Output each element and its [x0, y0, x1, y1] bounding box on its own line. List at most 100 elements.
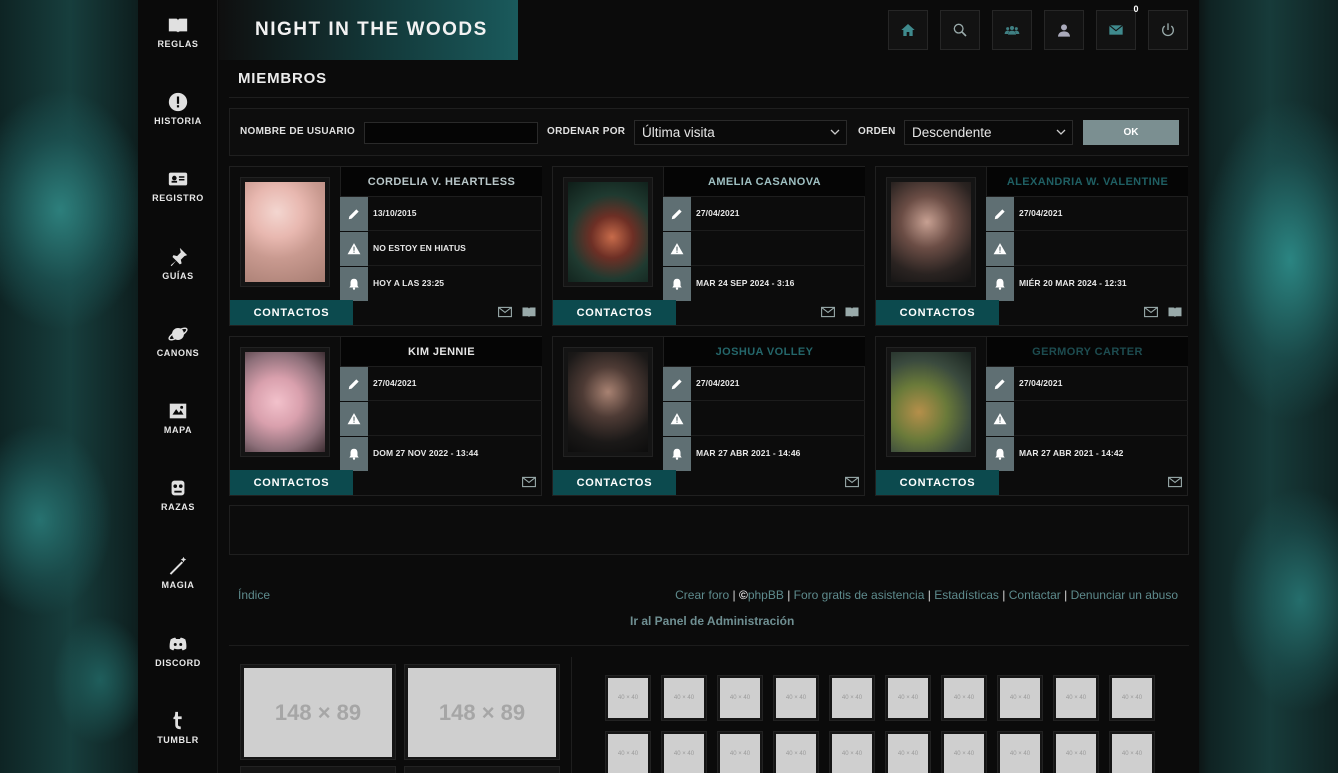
footer-link-contact[interactable]: Contactar	[1009, 588, 1061, 602]
member-name[interactable]: AMELIA CASANOVA	[663, 167, 865, 197]
contacts-button[interactable]: CONTACTOS	[553, 470, 676, 495]
member-name[interactable]: CORDELIA V. HEARTLESS	[340, 167, 542, 197]
logout-button[interactable]	[1148, 10, 1188, 50]
placeholder-label: 40 × 40	[1056, 734, 1096, 773]
mail-icon[interactable]	[845, 476, 859, 488]
footer-link-stats[interactable]: Estadísticas	[934, 588, 999, 602]
affiliate-button[interactable]: 40 × 40	[997, 675, 1043, 721]
placeholder-label: 40 × 40	[664, 678, 704, 718]
contacts-button[interactable]: CONTACTOS	[553, 300, 676, 325]
member-name[interactable]: ALEXANDRIA W. VALENTINE	[986, 167, 1188, 197]
sidebar-item-canons[interactable]: CANONS	[138, 323, 218, 358]
mail-count-badge: 0	[1133, 4, 1139, 14]
admin-panel-link[interactable]: Ir al Panel de Administración	[630, 614, 794, 628]
index-link[interactable]: Índice	[238, 588, 270, 602]
affiliate-banner[interactable]	[240, 766, 396, 773]
affiliate-button[interactable]: 40 × 40	[997, 731, 1043, 773]
ok-button[interactable]: OK	[1083, 120, 1179, 145]
wand-icon	[169, 556, 187, 575]
sidebar-item-razas[interactable]: RAZAS	[138, 477, 218, 512]
affiliate-banner[interactable]: 148 × 89	[240, 664, 396, 760]
affiliate-button[interactable]: 40 × 40	[717, 675, 763, 721]
affiliate-button[interactable]: 40 × 40	[1053, 731, 1099, 773]
warning-icon	[340, 402, 368, 436]
affiliate-banner[interactable]: 148 × 89	[404, 664, 560, 760]
members-button[interactable]	[992, 10, 1032, 50]
contacts-button[interactable]: CONTACTOS	[876, 470, 999, 495]
username-input[interactable]	[364, 122, 538, 144]
book-icon[interactable]	[1168, 306, 1182, 318]
sidebar-item-tumblr[interactable]: TUMBLR	[138, 710, 218, 745]
footer-link-phpbb[interactable]: ©phpBB	[739, 588, 784, 602]
sidebar-item-guias[interactable]: GUÍAS	[138, 246, 218, 281]
contacts-button[interactable]: CONTACTOS	[876, 300, 999, 325]
affiliate-button[interactable]: 40 × 40	[605, 731, 651, 773]
group-icon	[1004, 26, 1020, 35]
affiliate-button[interactable]: 40 × 40	[661, 731, 707, 773]
member-name[interactable]: JOSHUA VOLLEY	[663, 337, 865, 367]
member-name[interactable]: GERMORY CARTER	[986, 337, 1188, 367]
sidebar-item-reglas[interactable]: REGLAS	[138, 14, 218, 49]
member-name[interactable]: KIM JENNIE	[340, 337, 542, 367]
profile-button[interactable]	[1044, 10, 1084, 50]
affiliate-button[interactable]: 40 × 40	[1109, 675, 1155, 721]
affiliate-button[interactable]: 40 × 40	[941, 731, 987, 773]
member-card: ALEXANDRIA W. VALENTINE 27/04/2021 MIÉR …	[875, 166, 1188, 326]
affiliate-button[interactable]: 40 × 40	[829, 675, 875, 721]
joined-date: 27/04/2021	[373, 378, 417, 388]
footer-link-support[interactable]: Foro gratis de asistencia	[794, 588, 925, 602]
placeholder-label: 148 × 89	[408, 668, 556, 757]
order-by-select[interactable]: Última visita	[634, 120, 847, 145]
sidebar-item-historia[interactable]: HISTORIA	[138, 91, 218, 126]
affiliate-banner[interactable]	[404, 766, 560, 773]
book-icon[interactable]	[845, 306, 859, 318]
mail-icon[interactable]	[1168, 476, 1182, 488]
joined-row: 27/04/2021	[663, 367, 865, 401]
affiliate-button[interactable]: 40 × 40	[885, 675, 931, 721]
sidebar-item-discord[interactable]: DISCORD	[138, 633, 218, 668]
affiliate-button[interactable]: 40 × 40	[717, 731, 763, 773]
footer-link-report[interactable]: Denunciar un abuso	[1071, 588, 1178, 602]
mail-icon[interactable]	[821, 306, 835, 318]
avatar[interactable]	[240, 347, 330, 457]
joined-date: 27/04/2021	[696, 378, 740, 388]
footer-link-create-forum[interactable]: Crear foro	[675, 588, 729, 602]
home-button[interactable]	[888, 10, 928, 50]
affiliate-button[interactable]: 40 × 40	[661, 675, 707, 721]
avatar[interactable]	[886, 347, 976, 457]
avatar[interactable]	[886, 177, 976, 287]
sidebar-item-magia[interactable]: MAGIA	[138, 555, 218, 590]
search-button[interactable]	[940, 10, 980, 50]
mail-icon[interactable]	[1144, 306, 1158, 318]
affiliate-button[interactable]: 40 × 40	[829, 731, 875, 773]
contacts-button[interactable]: CONTACTOS	[230, 300, 353, 325]
avatar[interactable]	[240, 177, 330, 287]
last-visit-date: HOY A LAS 23:25	[373, 278, 445, 288]
separator: |	[732, 588, 736, 602]
sidebar-item-registro[interactable]: REGISTRO	[138, 168, 218, 203]
sidebar-item-mapa[interactable]: MAPA	[138, 400, 218, 435]
affiliate-button[interactable]: 40 × 40	[885, 731, 931, 773]
affiliate-button[interactable]: 40 × 40	[941, 675, 987, 721]
sidebar-item-label: REGLAS	[157, 39, 199, 49]
affiliate-button[interactable]: 40 × 40	[1109, 731, 1155, 773]
member-card: CORDELIA V. HEARTLESS 13/10/2015 NO ESTO…	[229, 166, 542, 326]
avatar[interactable]	[563, 347, 653, 457]
tumblr-icon	[173, 711, 182, 730]
mail-icon[interactable]	[522, 476, 536, 488]
book-icon[interactable]	[522, 306, 536, 318]
affiliate-button[interactable]: 40 × 40	[773, 675, 819, 721]
placeholder-label: 40 × 40	[888, 734, 928, 773]
affiliate-button[interactable]: 40 × 40	[605, 675, 651, 721]
affiliate-button[interactable]: 40 × 40	[1053, 675, 1099, 721]
warning-icon	[986, 232, 1014, 266]
avatar[interactable]	[563, 177, 653, 287]
order-select[interactable]: Descendente	[904, 120, 1073, 145]
robot-icon	[171, 480, 185, 496]
affiliate-button[interactable]: 40 × 40	[773, 731, 819, 773]
last-visit-row: HOY A LAS 23:25	[340, 267, 542, 301]
contacts-button[interactable]: CONTACTOS	[230, 470, 353, 495]
pencil-icon	[986, 367, 1014, 401]
mail-icon[interactable]	[498, 306, 512, 318]
site-logo[interactable]: NIGHT IN THE WOODS	[219, 0, 518, 60]
